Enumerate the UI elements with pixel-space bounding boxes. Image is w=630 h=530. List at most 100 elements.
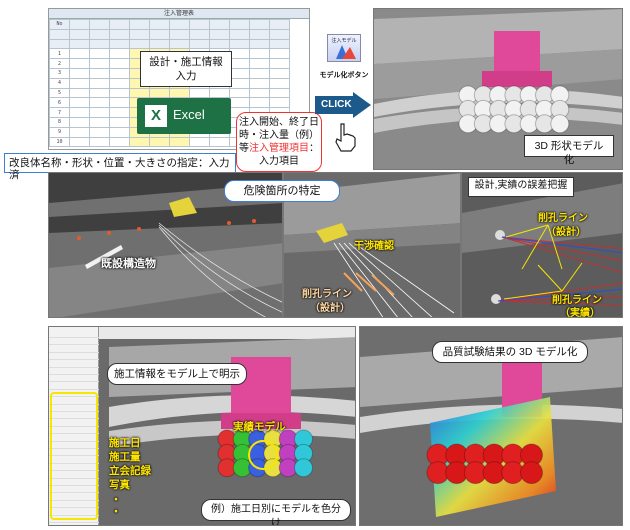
sheet-cell[interactable]: [229, 77, 250, 89]
sheet-cell[interactable]: [229, 38, 250, 50]
sheet-cell[interactable]: [209, 28, 230, 40]
sheet-cell[interactable]: 5: [49, 87, 70, 99]
sheet-cell[interactable]: [249, 48, 270, 60]
sheet-cell[interactable]: [89, 87, 110, 99]
sheet-cell[interactable]: [89, 58, 110, 69]
sheet-cell[interactable]: [89, 38, 110, 50]
sheet-cell[interactable]: [189, 136, 210, 148]
sheet-cell[interactable]: [89, 77, 110, 89]
sheet-cell[interactable]: [229, 19, 250, 30]
sheet-cell[interactable]: [229, 87, 250, 99]
sheet-cell[interactable]: [69, 97, 90, 109]
sheet-cell[interactable]: 3: [49, 67, 70, 79]
sheet-cell[interactable]: [69, 126, 90, 138]
sheet-cell[interactable]: [249, 87, 270, 99]
sheet-cell[interactable]: [109, 97, 130, 109]
sheet-cell[interactable]: [89, 126, 110, 138]
sheet-cell[interactable]: [109, 116, 130, 128]
sheet-cell[interactable]: [249, 58, 270, 69]
sheet-cell[interactable]: [209, 136, 230, 148]
sheet-cell[interactable]: [269, 19, 290, 30]
sheet-cell[interactable]: [69, 107, 90, 118]
panel-quality-model[interactable]: 品質試験結果の 3D モデル化: [359, 326, 623, 526]
sheet-cell[interactable]: [49, 28, 70, 40]
sheet-cell[interactable]: [69, 28, 90, 40]
sheet-cell[interactable]: [69, 19, 90, 30]
sheet-cell[interactable]: [269, 48, 290, 60]
sheet-cell[interactable]: [89, 19, 110, 30]
sheet-cell[interactable]: [89, 67, 110, 79]
sheet-cell[interactable]: [69, 87, 90, 99]
sheet-cell[interactable]: [169, 19, 190, 30]
sheet-cell[interactable]: [229, 67, 250, 79]
sheet-cell[interactable]: [269, 77, 290, 89]
sheet-cell[interactable]: [69, 67, 90, 79]
excel-badge[interactable]: X Excel: [137, 98, 231, 134]
sheet-cell[interactable]: [89, 97, 110, 109]
property-row[interactable]: [49, 338, 99, 346]
sheet-cell[interactable]: [209, 19, 230, 30]
property-row[interactable]: [49, 375, 99, 383]
sheet-cell[interactable]: [89, 116, 110, 128]
property-row[interactable]: [49, 368, 99, 375]
sheet-cell[interactable]: 10: [49, 136, 70, 148]
sheet-cell[interactable]: [189, 87, 210, 99]
sheet-cell[interactable]: [169, 87, 190, 99]
sheet-cell[interactable]: [129, 136, 150, 148]
sheet-cell[interactable]: 7: [49, 107, 70, 118]
sheet-cell[interactable]: [109, 67, 130, 79]
sheet-cell[interactable]: [89, 28, 110, 40]
sheet-cell[interactable]: [109, 19, 130, 30]
sheet-cell[interactable]: [229, 58, 250, 69]
sheet-cell[interactable]: [109, 87, 130, 99]
property-row[interactable]: [49, 331, 99, 338]
sheet-cell[interactable]: 4: [49, 77, 70, 89]
sheet-cell[interactable]: [189, 19, 210, 30]
sheet-cell[interactable]: 1: [49, 48, 70, 60]
sheet-cell[interactable]: 2: [49, 58, 70, 69]
sheet-cell[interactable]: [249, 19, 270, 30]
property-row[interactable]: [49, 346, 99, 353]
sheet-cell[interactable]: [269, 67, 290, 79]
sheet-cell[interactable]: [269, 97, 290, 109]
sheet-cell[interactable]: No: [49, 19, 70, 30]
sheet-cell[interactable]: [249, 77, 270, 89]
sheet-cell[interactable]: [149, 87, 170, 99]
sheet-cell[interactable]: [149, 38, 170, 50]
sheet-cell[interactable]: [129, 28, 150, 40]
sheet-cell[interactable]: [109, 28, 130, 40]
sheet-cell[interactable]: [249, 28, 270, 40]
sheet-cell[interactable]: [269, 28, 290, 40]
sheet-cell[interactable]: [169, 38, 190, 50]
sheet-cell[interactable]: 9: [49, 126, 70, 138]
sheet-cell[interactable]: [129, 38, 150, 50]
sheet-cell[interactable]: [249, 67, 270, 79]
sheet-cell[interactable]: [109, 48, 130, 60]
sheet-cell[interactable]: 6: [49, 97, 70, 109]
sheet-cell[interactable]: [189, 28, 210, 40]
sheet-cell[interactable]: [109, 126, 130, 138]
property-row[interactable]: [49, 353, 99, 361]
sheet-cell[interactable]: [69, 136, 90, 148]
sheet-cell[interactable]: [89, 136, 110, 148]
sheet-cell[interactable]: [69, 116, 90, 128]
sheet-cell[interactable]: [269, 58, 290, 69]
sheet-cell[interactable]: [249, 97, 270, 109]
sheet-cell[interactable]: [189, 38, 210, 50]
sheet-cell[interactable]: [229, 28, 250, 40]
sheet-cell[interactable]: [149, 136, 170, 148]
property-row[interactable]: [49, 361, 99, 368]
sheet-cell[interactable]: [89, 48, 110, 60]
sheet-cell[interactable]: [109, 136, 130, 148]
property-row[interactable]: [49, 383, 99, 390]
sheet-cell[interactable]: [69, 58, 90, 69]
sheet-cell[interactable]: [169, 136, 190, 148]
sheet-cell[interactable]: [69, 77, 90, 89]
sheet-cell[interactable]: [249, 38, 270, 50]
sheet-cell[interactable]: [209, 87, 230, 99]
sheet-cell[interactable]: [69, 48, 90, 60]
panel-3d-shape-model[interactable]: 3D 形状モデル化: [373, 8, 623, 170]
sheet-cell[interactable]: [109, 58, 130, 69]
sheet-cell[interactable]: [149, 19, 170, 30]
sheet-cell[interactable]: [229, 48, 250, 60]
